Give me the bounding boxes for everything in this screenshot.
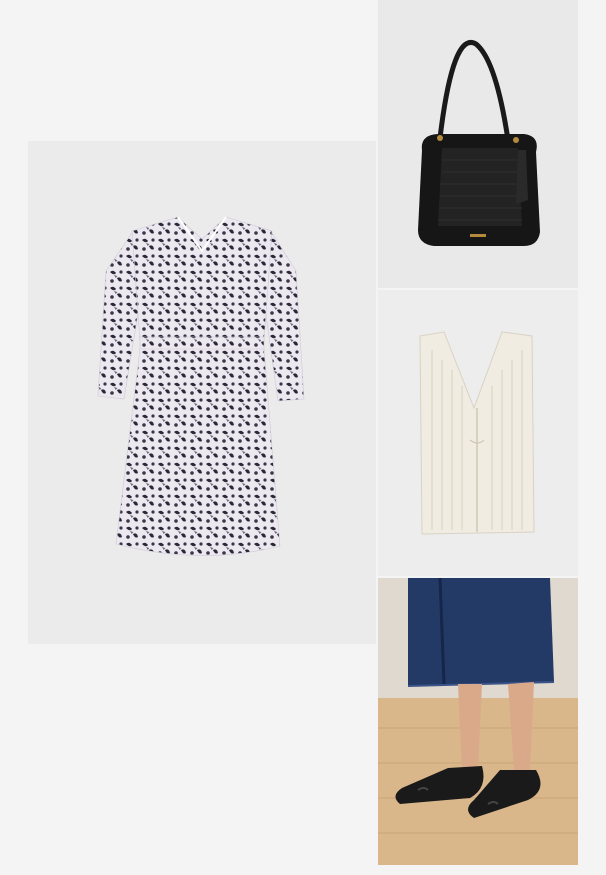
product-tile-vest[interactable] [378, 290, 578, 576]
product-tile-dress[interactable] [28, 141, 376, 644]
dress-image [97, 216, 305, 556]
product-tile-bag[interactable] [378, 0, 578, 288]
outfit-page: { "outfit": { "items": [ {"id": "dress",… [0, 0, 606, 875]
knit-vest-image [419, 331, 535, 535]
handbag-image [418, 40, 540, 246]
product-tile-shoes[interactable] [378, 578, 578, 865]
ballet-flats-image [378, 578, 578, 865]
